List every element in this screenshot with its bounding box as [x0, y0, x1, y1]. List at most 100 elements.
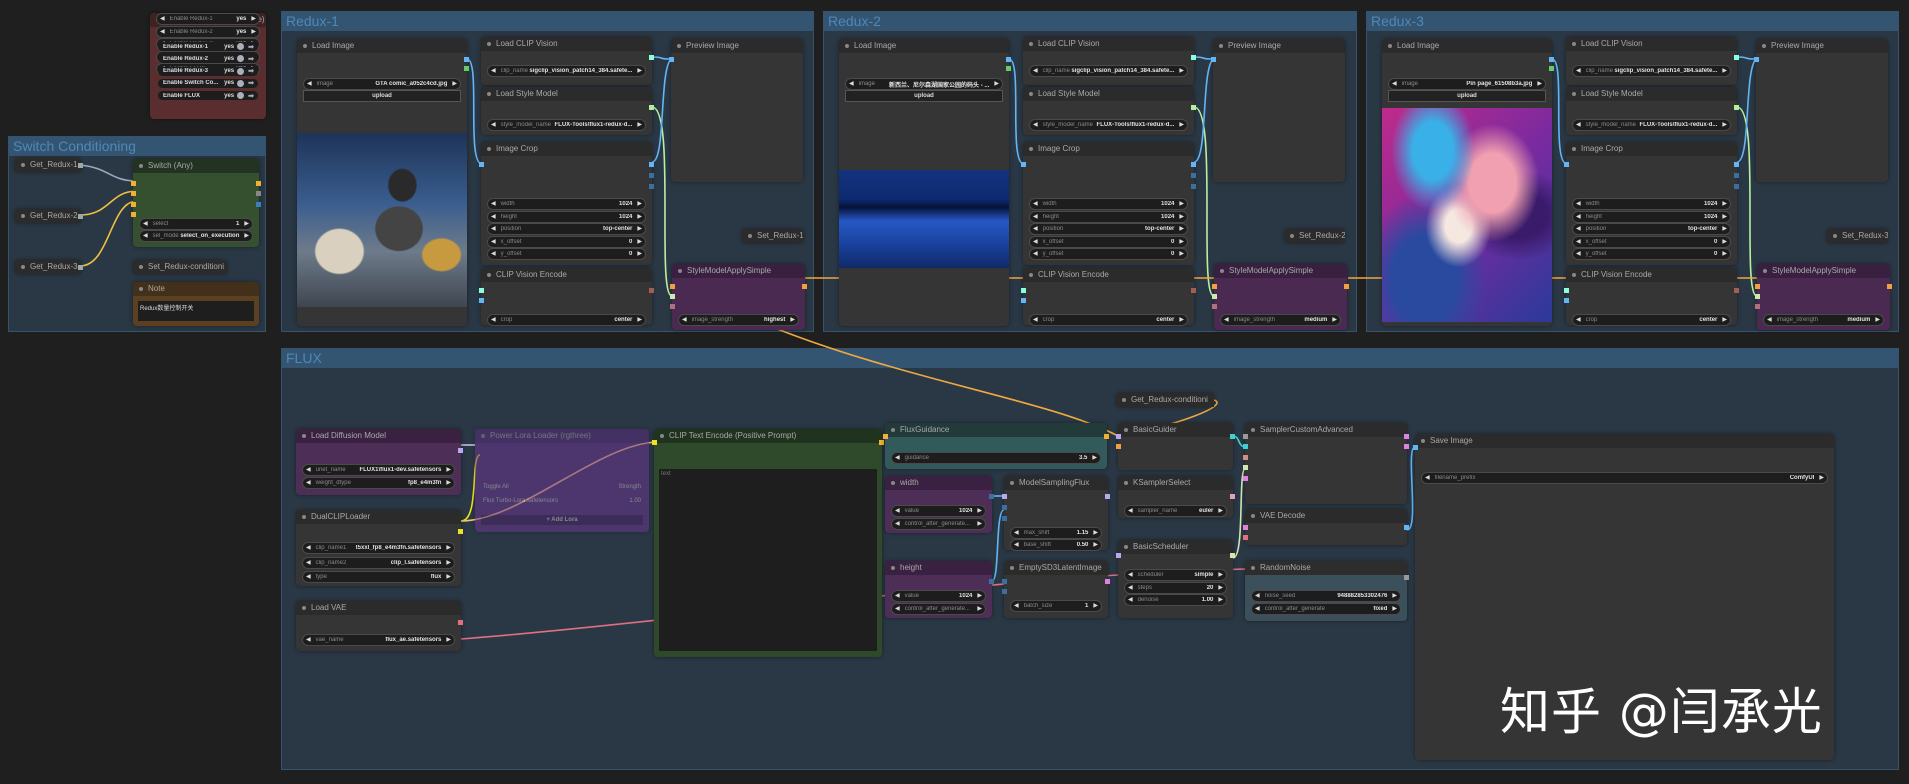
upload-button[interactable]: upload [1388, 90, 1546, 102]
group-toggle-row[interactable]: Enable Redux-1 yes ➡ [158, 42, 258, 51]
arrow-left-icon[interactable]: ◀ [1030, 315, 1041, 325]
arrow-left-icon[interactable]: ◀ [488, 66, 499, 76]
arrow-right-icon[interactable]: ▶ [1719, 120, 1730, 130]
arrow-right-icon[interactable]: ▶ [974, 591, 985, 601]
upload-button[interactable]: upload [303, 90, 461, 102]
arrow-right-icon[interactable]: ▶ [1389, 591, 1400, 601]
input-slot[interactable] [479, 298, 484, 303]
arrow-right-icon[interactable]: ▶ [991, 79, 1002, 89]
control-after-generate-widget[interactable]: ◀ control_after_generate... ▶ [891, 603, 986, 615]
position-widget[interactable]: ◀ position top-center ▶ [1572, 223, 1731, 235]
arrow-right-icon[interactable]: ▶ [443, 543, 454, 553]
clip-name-widget[interactable]: ◀ clip_name sigclip_vision_patch14_384.saf… [1572, 65, 1731, 77]
random-noise-node[interactable]: RandomNoise ◀ noise_seed 948882853302476 ▶ ◀ c… [1245, 561, 1409, 621]
vae-name-widget[interactable]: ◀ vae_name flux_ae.safetensors ▶ [302, 634, 455, 646]
arrow-left-icon[interactable]: ◀ [1125, 583, 1136, 593]
batch-size-widget[interactable]: ◀ batch_size 1 ▶ [1010, 600, 1102, 612]
style-model-apply-node[interactable]: StyleModelApplySimple ◀ image_strength medi… [1212, 264, 1349, 330]
arrow-right-icon[interactable]: ▶ [1090, 540, 1101, 550]
input-slot[interactable] [1243, 444, 1248, 449]
arrow-right-icon[interactable]: ▶ [1872, 315, 1883, 325]
steps-widget[interactable]: ◀ steps 20 ▶ [1124, 581, 1227, 594]
load-clip-vision-node[interactable]: Load CLIP Vision ◀ clip_name sigclip_vision… [1566, 37, 1739, 85]
arrow-right-icon[interactable]: ▶ [443, 558, 454, 568]
output-slot[interactable] [649, 55, 654, 60]
output-slot[interactable] [1404, 575, 1409, 580]
clip-name2-widget[interactable]: ◀ clip_name2 clip_l.safetensors ▶ [302, 556, 455, 569]
input-slot[interactable] [652, 440, 657, 445]
arrow-right-icon[interactable]: ▶ [241, 219, 252, 229]
note-text[interactable]: Redux数量控制开关 [138, 301, 254, 321]
sampler-custom-advanced-node-title[interactable]: SamplerCustomAdvanced [1245, 423, 1407, 437]
arrow-left-icon[interactable]: ◀ [1573, 212, 1584, 222]
get-redux-1-node-title[interactable]: Get_Redux-1 [15, 158, 81, 172]
image-crop-node[interactable]: Image Crop ◀ width 1024 ▶ ◀ height 1024 ▶ ◀ positi… [1021, 142, 1196, 265]
position-widget[interactable]: ◀ position top-center ▶ [1029, 223, 1188, 235]
group-toggle-row[interactable]: Enable Redux-3 yes ➡ [158, 66, 258, 76]
arrow-right-icon[interactable]: ▶ [1176, 66, 1187, 76]
output-slot[interactable] [1191, 55, 1196, 60]
arrow-left-icon[interactable]: ◀ [1011, 540, 1022, 550]
toggle-switch[interactable] [237, 55, 245, 63]
ksampler-select-node[interactable]: KSamplerSelect ◀ sampler_name euler ▶ [1118, 476, 1235, 518]
clip-vision-encode-node[interactable]: CLIP Vision Encode ◀ crop center ▶ [479, 268, 654, 326]
image-crop-node-title[interactable]: Image Crop [1566, 142, 1737, 156]
arrow-left-icon[interactable]: ◀ [679, 315, 690, 325]
power-lora-loader-node[interactable]: Power Lora Loader (rgthree) Toggle All Str… [475, 429, 649, 532]
arrow-left-icon[interactable]: ◀ [1573, 66, 1584, 76]
arrow-left-icon[interactable]: ◀ [1573, 224, 1584, 234]
note-node-title[interactable]: Note [133, 282, 259, 296]
load-clip-vision-node-title[interactable]: Load CLIP Vision [481, 37, 652, 51]
arrow-left-icon[interactable]: ◀ [303, 543, 314, 553]
enable-redux-2-widget[interactable]: ◀ Enable Redux-2 yes ▶ [156, 25, 260, 38]
output-slot[interactable] [1404, 434, 1409, 439]
arrow-left-icon[interactable]: ◀ [1011, 601, 1022, 611]
select-widget[interactable]: ◀ select 1 ▶ [139, 218, 253, 230]
navigate-arrow-icon[interactable]: ➡ [248, 55, 258, 63]
x-offset-widget[interactable]: ◀ x_offset 0 ▶ [1029, 235, 1188, 248]
arrow-left-icon[interactable]: ◀ [1573, 199, 1584, 209]
output-slot[interactable] [1191, 184, 1196, 189]
input-slot[interactable] [1243, 455, 1248, 460]
input-slot[interactable] [883, 434, 888, 439]
arrow-left-icon[interactable]: ◀ [1573, 120, 1584, 130]
set-redux-conditioning-node-title[interactable]: Set_Redux-conditioni [133, 260, 227, 274]
output-slot[interactable] [649, 288, 654, 293]
width-node[interactable]: width ◀ value 1024 ▶ ◀ control_after_generate.… [885, 476, 994, 533]
style-model-apply-node-title[interactable]: StyleModelApplySimple [672, 264, 805, 278]
load-clip-vision-node-title[interactable]: Load CLIP Vision [1023, 37, 1194, 51]
arrow-left-icon[interactable]: ◀ [1422, 473, 1433, 483]
load-image-node-title[interactable]: Load Image [839, 39, 1009, 53]
load-vae-node[interactable]: Load VAE ◀ vae_name flux_ae.safetensors ▶ [296, 601, 463, 651]
input-slot[interactable] [1212, 304, 1217, 309]
arrow-left-icon[interactable]: ◀ [1030, 249, 1041, 259]
add-lora-button[interactable]: + Add Lora [481, 515, 643, 525]
input-slot[interactable] [670, 294, 675, 299]
clip-vision-encode-node[interactable]: CLIP Vision Encode ◀ crop center ▶ [1021, 268, 1196, 326]
preview-image-node-title[interactable]: Preview Image [1213, 39, 1345, 53]
arrow-right-icon[interactable]: ▶ [974, 519, 985, 529]
basic-scheduler-node[interactable]: BasicScheduler ◀ scheduler simple ▶ ◀ steps 20 ▶… [1116, 540, 1235, 618]
load-style-model-node-title[interactable]: Load Style Model [481, 87, 652, 101]
control-after-generate-widget[interactable]: ◀ control_after_generate fixed ▶ [1251, 602, 1401, 615]
arrow-right-icon[interactable]: ▶ [634, 66, 645, 76]
arrow-left-icon[interactable]: ◀ [488, 120, 499, 130]
input-slot[interactable] [1002, 516, 1007, 521]
output-slot[interactable] [649, 184, 654, 189]
get-redux-3-node-title[interactable]: Get_Redux-3 [15, 260, 81, 274]
output-slot[interactable] [78, 214, 83, 219]
output-slot[interactable] [458, 620, 463, 625]
arrow-right-icon[interactable]: ▶ [1719, 66, 1730, 76]
arrow-right-icon[interactable]: ▶ [634, 199, 645, 209]
model-sampling-flux-node-title[interactable]: ModelSamplingFlux [1004, 476, 1108, 490]
output-slot[interactable] [1734, 173, 1739, 178]
output-slot[interactable] [1734, 288, 1739, 293]
type-widget[interactable]: ◀ type flux ▶ [302, 571, 455, 583]
base-shift-widget[interactable]: ◀ base_shift 0.50 ▶ [1010, 539, 1102, 551]
height-node[interactable]: height ◀ value 1024 ▶ ◀ control_after_generate… [885, 561, 994, 618]
arrow-right-icon[interactable]: ▶ [634, 224, 645, 234]
output-slot[interactable] [1734, 105, 1739, 110]
output-slot[interactable] [458, 448, 463, 453]
arrow-left-icon[interactable]: ◀ [1030, 199, 1041, 209]
get-redux-3-node[interactable]: Get_Redux-3 [15, 260, 83, 274]
